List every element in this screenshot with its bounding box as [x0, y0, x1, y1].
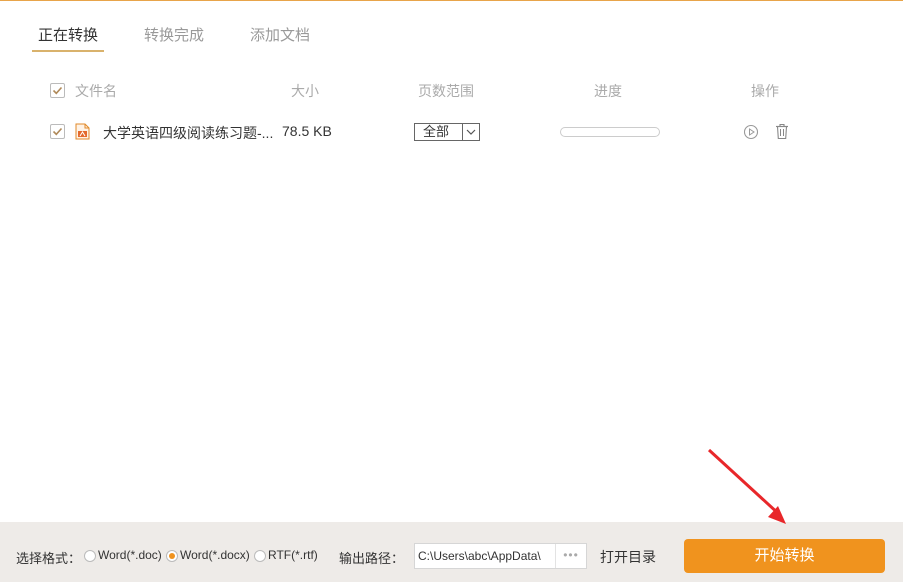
open-directory-button[interactable]: 打开目录: [600, 547, 656, 567]
header-filename: 文件名: [75, 83, 117, 99]
play-icon[interactable]: [743, 124, 759, 140]
pdf-icon: [75, 123, 90, 140]
table-row: 大学英语四级阅读练习题-... 78.5 KB 全部: [0, 118, 903, 146]
page-range-value: 全部: [423, 124, 450, 139]
progress-bar: [560, 127, 660, 137]
radio-doc[interactable]: [84, 550, 96, 562]
check-icon: [52, 127, 63, 136]
output-path-label: 输出路径：: [339, 551, 405, 566]
browse-button[interactable]: •••: [555, 544, 586, 568]
header-actions: 操作: [751, 83, 779, 99]
radio-rtf[interactable]: [254, 550, 266, 562]
tab-add-document[interactable]: 添加文档: [244, 22, 316, 50]
table-header: 文件名 大小 页数范围 进度 操作: [0, 78, 903, 102]
top-border: [0, 0, 903, 1]
format-label: 选择格式：: [16, 551, 82, 566]
chevron-down-icon: [462, 124, 479, 140]
bottom-bar: 选择格式： Word(*.doc) Word(*.docx) RTF(*.rtf…: [0, 522, 903, 582]
file-size: 78.5 KB: [282, 123, 332, 139]
select-all-checkbox[interactable]: [50, 83, 65, 98]
header-progress: 进度: [594, 83, 622, 99]
tab-converting[interactable]: 正在转换: [32, 22, 105, 52]
header-size: 大小: [291, 83, 319, 99]
tab-completed[interactable]: 转换完成: [138, 22, 210, 50]
format-option-docx[interactable]: Word(*.docx): [180, 548, 250, 562]
format-option-doc[interactable]: Word(*.doc): [98, 548, 162, 562]
page-range-select[interactable]: 全部: [414, 123, 480, 141]
format-option-rtf[interactable]: RTF(*.rtf): [268, 548, 318, 562]
check-icon: [52, 86, 63, 95]
start-convert-button[interactable]: 开始转换: [684, 539, 885, 573]
output-path-value: C:\Users\abc\AppData\: [418, 549, 541, 563]
row-checkbox[interactable]: [50, 124, 65, 139]
header-page-range: 页数范围: [418, 83, 474, 99]
trash-icon[interactable]: [774, 123, 790, 140]
radio-docx[interactable]: [166, 550, 178, 562]
output-path-field[interactable]: C:\Users\abc\AppData\ •••: [414, 543, 587, 569]
file-name: 大学英语四级阅读练习题-...: [103, 125, 274, 141]
tab-bar: 正在转换 转换完成 添加文档: [32, 22, 316, 52]
